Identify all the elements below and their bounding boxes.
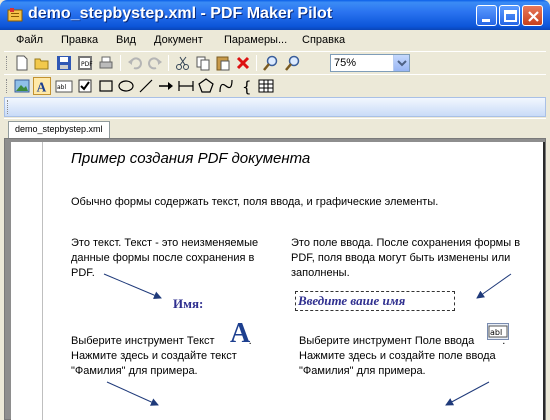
menu-settings[interactable]: Парамеры... (224, 34, 287, 46)
close-icon (528, 11, 539, 22)
chevron-down-icon (397, 60, 407, 67)
svg-text:A: A (37, 79, 47, 94)
toolbar-grip[interactable] (6, 79, 9, 93)
paste-icon[interactable] (214, 54, 232, 72)
redo-icon[interactable] (146, 54, 164, 72)
close-button[interactable] (522, 5, 543, 26)
arrow-to-name-label (103, 273, 162, 299)
standard-toolbar: PDF 75% (4, 51, 546, 73)
zoom-select[interactable]: 75% (330, 54, 410, 72)
text-tool-icon: A (37, 79, 47, 94)
svg-text:abl: abl (57, 84, 66, 91)
zoom-out-icon[interactable] (284, 54, 302, 72)
delete-icon[interactable] (234, 54, 252, 72)
annotation-arrows (103, 273, 512, 406)
menu-help[interactable]: Справка (302, 34, 345, 46)
app-icon (7, 8, 23, 22)
cut-icon[interactable] (174, 54, 192, 72)
pdf-icon[interactable]: PDF (76, 54, 94, 72)
rectangle-tool-icon[interactable] (97, 77, 115, 95)
brace-tool-icon[interactable]: { (237, 77, 255, 95)
tab-document[interactable]: demo_stepbystep.xml (8, 121, 110, 138)
save-icon[interactable] (55, 54, 73, 72)
maximize-button[interactable] (499, 5, 520, 26)
text-tool-button[interactable]: A (33, 77, 51, 95)
polygon-tool-icon[interactable] (197, 77, 215, 95)
menu-document[interactable]: Документ (154, 34, 203, 46)
maximize-icon (504, 10, 517, 22)
dimension-tool-icon[interactable] (177, 77, 195, 95)
arrow-to-text-area (106, 381, 159, 406)
checkbox-tool-icon[interactable] (76, 77, 94, 95)
image-tool-icon[interactable] (13, 77, 31, 95)
print-icon[interactable] (97, 54, 115, 72)
empty-toolbar (4, 97, 546, 117)
table-tool-icon[interactable] (257, 77, 275, 95)
zoom-value: 75% (334, 57, 357, 69)
tools-toolbar: A abl { (4, 74, 546, 96)
toolbar-separator (120, 55, 121, 71)
menu-bar: Файл Правка Вид Документ Парамеры... Спр… (4, 31, 546, 51)
document-page[interactable]: Пример создания PDF документа Обычно фор… (11, 142, 545, 420)
line-tool-icon[interactable] (137, 77, 155, 95)
toolbar-separator (256, 55, 257, 71)
zoom-in-icon[interactable] (262, 54, 280, 72)
zoom-dropdown-button[interactable] (393, 55, 409, 71)
toolbar-grip[interactable] (6, 56, 9, 70)
document-canvas[interactable]: Пример создания PDF документа Обычно фор… (4, 138, 546, 420)
arrow-to-field-area (445, 381, 490, 406)
ellipse-tool-icon[interactable] (117, 77, 135, 95)
menu-file[interactable]: Файл (16, 34, 43, 46)
toolbar-separator (168, 55, 169, 71)
input-field-tool-icon[interactable]: abl (55, 77, 73, 95)
curve-tool-icon[interactable] (217, 77, 235, 95)
window-title: demo_stepbystep.xml - PDF Maker Pilot (28, 5, 333, 22)
toolbar-grip[interactable] (7, 100, 10, 114)
arrow-tool-icon[interactable] (157, 77, 175, 95)
svg-text:{: { (242, 78, 252, 95)
menu-edit[interactable]: Правка (61, 34, 98, 46)
menu-view[interactable]: Вид (116, 34, 136, 46)
app-window: demo_stepbystep.xml - PDF Maker Pilot Фа… (0, 0, 550, 420)
svg-text:PDF: PDF (81, 61, 93, 68)
minimize-button[interactable] (476, 5, 497, 26)
undo-icon[interactable] (126, 54, 144, 72)
document-tab-strip: demo_stepbystep.xml (4, 118, 546, 138)
arrow-to-name-input (476, 273, 512, 299)
minimize-icon (482, 19, 490, 22)
copy-icon[interactable] (194, 54, 212, 72)
title-bar[interactable]: demo_stepbystep.xml - PDF Maker Pilot (0, 0, 550, 30)
open-icon[interactable] (33, 54, 51, 72)
new-icon[interactable] (13, 54, 31, 72)
